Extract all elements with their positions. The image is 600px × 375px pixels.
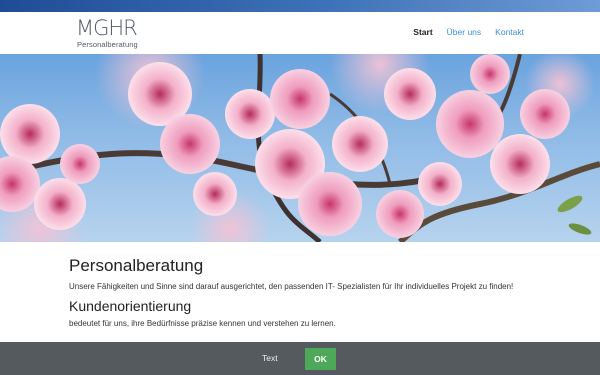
heading-kundenorientierung: Kundenorientierung: [69, 298, 192, 314]
logo-mark: MGHR: [76, 16, 138, 40]
nav-item-kontakt[interactable]: Kontakt: [495, 27, 524, 37]
site-header: MGHR Personalberatung Start Über uns Kon…: [0, 12, 600, 54]
logo-subtitle: Personalberatung: [77, 40, 138, 49]
cookie-text: Text: [262, 353, 278, 363]
intro-paragraph: Unsere Fähigkeiten und Sinne sind darauf…: [69, 282, 514, 291]
main-content: Personalberatung Unsere Fähigkeiten und …: [69, 256, 531, 335]
heading-personalberatung: Personalberatung: [69, 256, 204, 275]
kundenorientierung-paragraph: bedeutet für uns, ihre Bedürfnisse präzi…: [69, 319, 336, 328]
nav-item-start[interactable]: Start: [413, 27, 432, 37]
top-accent-bar: [0, 0, 600, 12]
cookie-banner: Text OK: [0, 342, 600, 375]
logo[interactable]: MGHR Personalberatung: [76, 17, 138, 51]
hero-image: [0, 54, 600, 242]
cookie-ok-button[interactable]: OK: [305, 348, 336, 370]
nav-item-ueber-uns[interactable]: Über uns: [447, 27, 482, 37]
main-nav: Start Über uns Kontakt: [413, 27, 524, 37]
blossom-photo-icon: [0, 54, 600, 242]
